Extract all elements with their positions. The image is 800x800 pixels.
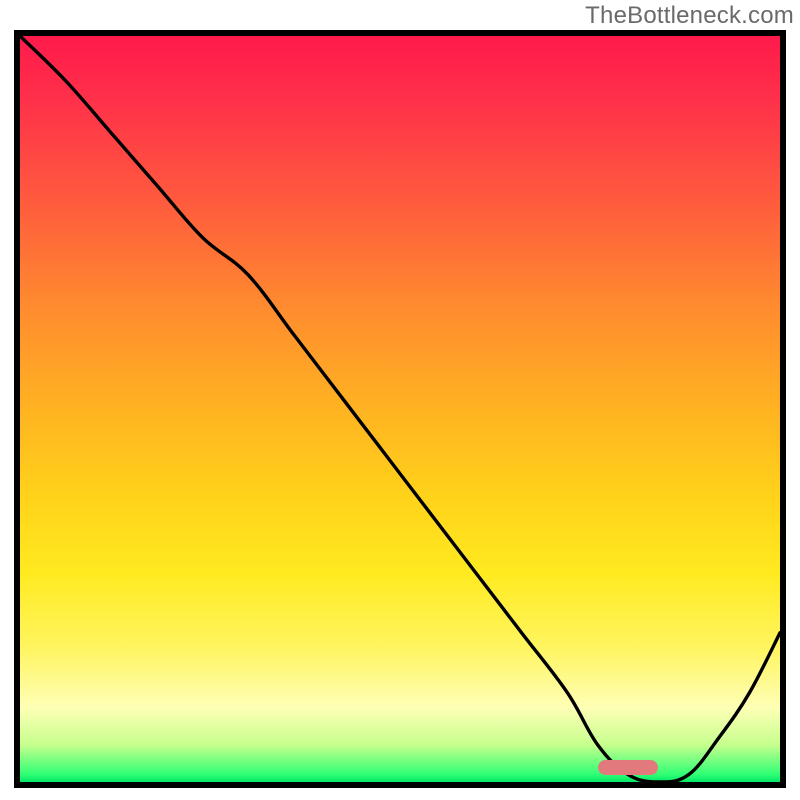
plot-area <box>14 30 786 788</box>
curve-path <box>20 36 780 782</box>
bottleneck-curve <box>20 36 780 782</box>
optimum-marker <box>598 760 659 775</box>
chart-frame: TheBottleneck.com <box>0 0 800 800</box>
watermark-text: TheBottleneck.com <box>585 2 794 30</box>
